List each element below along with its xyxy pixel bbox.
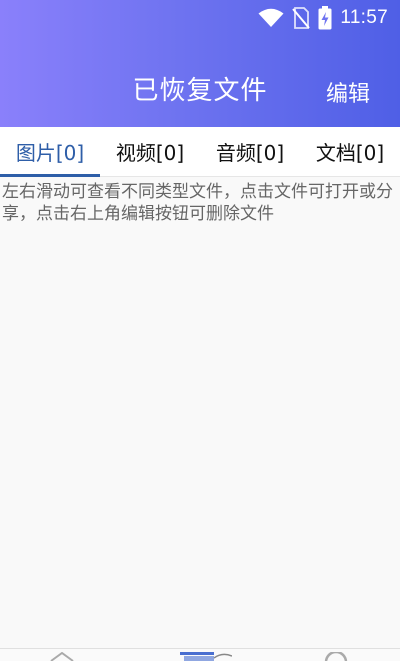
usage-hint: 左右滑动可查看不同类型文件，点击文件可打开或分享，点击右上角编辑按钮可删除文件 [2, 182, 393, 224]
status-time: 11:57 [340, 7, 388, 28]
tab-images[interactable]: 图片[0] [0, 127, 100, 177]
edit-button[interactable]: 编辑 [326, 76, 370, 108]
status-bar: 11:57 [0, 0, 400, 36]
file-list-area[interactable] [0, 178, 400, 648]
chevron-up-icon[interactable] [48, 652, 76, 661]
wifi-icon [258, 8, 284, 27]
search-icon[interactable] [322, 652, 350, 661]
bottom-nav [0, 648, 400, 661]
files-icon[interactable] [180, 652, 232, 661]
app-header: 11:57 已恢复文件 编辑 [0, 0, 400, 127]
file-type-tabs: 图片[0] 视频[0] 音频[0] 文档[0] [0, 127, 400, 177]
no-sim-icon [292, 7, 311, 29]
tab-videos[interactable]: 视频[0] [100, 127, 200, 176]
tab-documents[interactable]: 文档[0] [300, 127, 400, 176]
tab-audio[interactable]: 音频[0] [200, 127, 300, 176]
battery-charging-icon [318, 6, 332, 30]
